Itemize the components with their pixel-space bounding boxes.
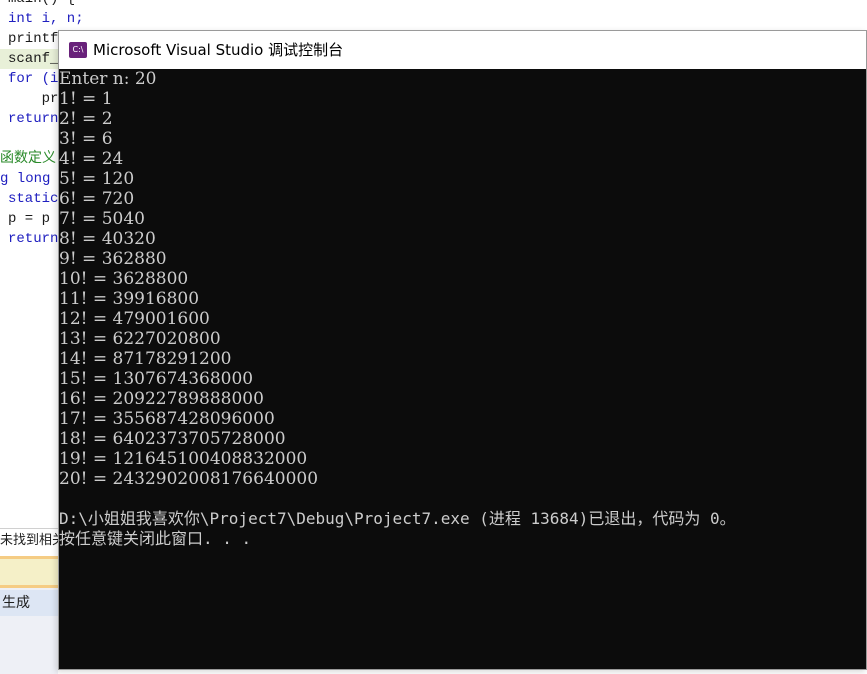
console-titlebar[interactable]: C:\ Microsoft Visual Studio 调试控制台 (59, 31, 866, 69)
console-line: 15! = 1307674368000 (59, 369, 254, 389)
console-prompt-message: 按任意键关闭此窗口. . . (59, 529, 252, 548)
console-line: 17! = 355687428096000 (59, 409, 275, 429)
code-line: return (8, 229, 58, 249)
code-line: main() { (8, 0, 75, 9)
output-tab-strip[interactable] (0, 556, 58, 588)
code-line-highlighted: scanf_ (0, 49, 58, 69)
code-line-text: int i, n; (8, 11, 84, 27)
code-line-text: return (8, 111, 59, 127)
code-line-text: g long (0, 171, 59, 187)
code-line: p = p (8, 211, 59, 227)
code-line: return (8, 109, 58, 129)
console-line: 8! = 40320 (59, 229, 156, 249)
output-panel: 生成 (0, 588, 58, 674)
find-results-label: 未找到相关 (0, 528, 58, 552)
console-line: 16! = 20922789888000 (59, 389, 264, 409)
code-line: int i, n; (8, 9, 84, 29)
console-line: 2! = 2 (59, 109, 113, 129)
console-line: 6! = 720 (59, 189, 135, 209)
code-line: for (i (8, 69, 58, 89)
console-title: Microsoft Visual Studio 调试控制台 (93, 41, 344, 59)
console-line: 11! = 39916800 (59, 289, 200, 309)
console-line: 19! = 121645100408832000 (59, 449, 308, 469)
console-line: 9! = 362880 (59, 249, 167, 269)
console-line: Enter n: 20 (59, 69, 157, 89)
console-line: 13! = 6227020800 (59, 329, 221, 349)
code-line: g long (0, 169, 59, 189)
console-exit-message: D:\小姐姐我喜欢你\Project7\Debug\Project7.exe (… (59, 509, 736, 528)
console-line: 12! = 479001600 (59, 309, 210, 329)
code-line: pr (8, 91, 59, 107)
console-line: 1! = 1 (59, 89, 113, 109)
code-line: static (8, 189, 58, 209)
console-line: 20! = 2432902008176640000 (59, 469, 319, 489)
build-output-item[interactable]: 生成 (0, 590, 58, 616)
console-app-icon: C:\ (69, 42, 87, 58)
console-line: 5! = 120 (59, 169, 135, 189)
console-line: 18! = 6402373705728000 (59, 429, 286, 449)
code-line-text: static (8, 191, 59, 207)
console-line: 14! = 87178291200 (59, 349, 232, 369)
debug-console-window[interactable]: C:\ Microsoft Visual Studio 调试控制台 Enter … (58, 30, 867, 670)
code-line-text: for (i (8, 71, 59, 87)
console-line: 7! = 5040 (59, 209, 145, 229)
console-line: 4! = 24 (59, 149, 124, 169)
console-line: 3! = 6 (59, 129, 113, 149)
console-line: 10! = 3628800 (59, 269, 189, 289)
code-comment-line: 函数定义 (0, 151, 56, 167)
code-line: printf (8, 31, 59, 47)
code-line-text: return (8, 231, 59, 247)
console-output[interactable]: Enter n: 20 1! = 1 2! = 2 3! = 6 4! = 24… (59, 69, 866, 669)
